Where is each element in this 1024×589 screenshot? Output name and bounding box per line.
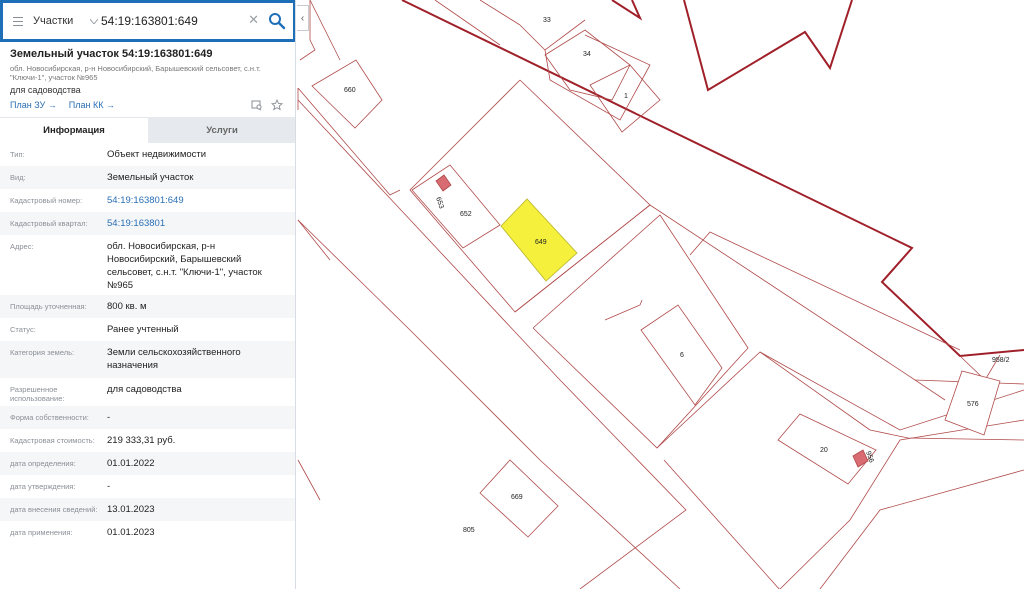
info-row-label: дата определения: xyxy=(10,459,76,468)
info-row-value: Ранее учтенный xyxy=(107,324,179,335)
info-row-value: - xyxy=(107,481,111,492)
info-row: Тип: Объект недвижимости xyxy=(0,143,295,166)
info-row-label: Кадастровый номер: xyxy=(10,196,83,205)
info-row: Статус: Ранее учтенный xyxy=(0,318,295,341)
label-958-2: 958/2 xyxy=(992,357,1010,364)
panel-tabs: Информация Услуги xyxy=(0,117,295,143)
collapse-panel-button[interactable]: ‹ xyxy=(297,5,309,31)
info-row-value: 01.01.2022 xyxy=(107,458,155,469)
map-canvas[interactable]: 33 34 1 660 653 652 649 6 958/2 576 20 9… xyxy=(297,0,1024,589)
info-row-link[interactable]: 54:19:163801 xyxy=(107,212,286,235)
info-row-label: дата применения: xyxy=(10,528,73,537)
label-33: 33 xyxy=(543,17,551,24)
info-row-label: Кадастровый квартал: xyxy=(10,219,88,228)
chevron-down-icon[interactable] xyxy=(87,3,101,39)
label-20: 20 xyxy=(820,447,828,454)
layers-icon[interactable] xyxy=(251,98,263,111)
search-scope-select[interactable]: Участки xyxy=(33,15,87,27)
object-address: обл. Новосибирская, р-н Новосибирский, Б… xyxy=(10,64,261,82)
info-row-value: 01.01.2023 xyxy=(107,527,155,538)
info-row-label: Вид: xyxy=(10,173,26,182)
info-row: Площадь уточненная: 800 кв. м xyxy=(0,295,295,318)
info-table: Тип: Объект недвижимости Вид: Земельный уча… xyxy=(0,143,295,544)
info-row-value: Объект недвижимости xyxy=(107,149,207,160)
info-row: Категория земель: Земли сельскохозяйствен… xyxy=(0,341,295,378)
info-row: Разрешенное использование: для садоводств… xyxy=(0,378,295,406)
info-row-value: Земли сельскохозяйственного назначения xyxy=(107,347,241,371)
panel-actions xyxy=(251,98,284,111)
label-34: 34 xyxy=(583,51,591,58)
info-row-value: Земельный участок xyxy=(107,172,194,183)
info-row-value: для садоводства xyxy=(107,384,182,395)
chevron-left-icon: ‹ xyxy=(300,12,305,24)
info-row: дата определения: 01.01.2022 xyxy=(0,452,295,475)
search-bar: Участки ✕ xyxy=(0,0,295,42)
label-6: 6 xyxy=(680,352,684,359)
info-panel: Участки ✕ Земельный участок 54:19:163801… xyxy=(0,0,296,589)
info-row: Вид: Земельный участок xyxy=(0,166,295,189)
plan-links: План ЗУ → План КК → xyxy=(10,100,115,110)
info-row-label: Адрес: xyxy=(10,242,34,251)
info-row: Кадастровый квартал: 54:19:163801 xyxy=(0,212,295,235)
info-row-label: дата утверждения: xyxy=(10,482,76,491)
info-row: Адрес: обл. Новосибирская, р-н Новосибирс… xyxy=(0,235,295,295)
plan-kk-link[interactable]: План КК → xyxy=(69,100,115,110)
label-660: 660 xyxy=(344,87,356,94)
info-row-label: дата внесения сведений: xyxy=(10,505,98,514)
parcel-boundaries xyxy=(297,0,1024,589)
plan-zu-link[interactable]: План ЗУ → xyxy=(10,100,57,110)
info-row-link[interactable]: 54:19:163801:649 xyxy=(107,189,286,212)
info-row: дата внесения сведений: 13.01.2023 xyxy=(0,498,295,521)
info-row-label: Тип: xyxy=(10,150,25,159)
info-row-value: 219 333,31 руб. xyxy=(107,435,176,446)
label-649: 649 xyxy=(535,239,547,246)
info-row-label: Площадь уточненная: xyxy=(10,302,87,311)
info-row: Кадастровая стоимость: 219 333,31 руб. xyxy=(0,429,295,452)
info-row: дата применения: 01.01.2023 xyxy=(0,521,295,544)
label-669: 669 xyxy=(511,494,523,501)
object-use: для садоводства xyxy=(10,85,81,95)
info-row-value: 13.01.2023 xyxy=(107,504,155,515)
info-row-value: обл. Новосибирская, р-н Новосибирский, Б… xyxy=(107,241,262,291)
info-row: дата утверждения: - xyxy=(0,475,295,498)
search-icon[interactable] xyxy=(267,11,287,31)
tab-info[interactable]: Информация xyxy=(0,117,148,143)
cadastral-map[interactable]: 33 34 1 660 653 652 649 6 958/2 576 20 9… xyxy=(297,0,1024,589)
info-row-value: 800 кв. м xyxy=(107,301,147,312)
quarter-boundary xyxy=(401,0,1024,358)
info-row-label: Форма собственности: xyxy=(10,413,89,422)
close-icon[interactable]: ✕ xyxy=(248,12,259,28)
label-1: 1 xyxy=(624,93,628,100)
search-input[interactable] xyxy=(101,6,241,36)
info-row: Форма собственности: - xyxy=(0,406,295,429)
tab-services[interactable]: Услуги xyxy=(148,117,295,143)
label-576: 576 xyxy=(967,401,979,408)
info-row: Кадастровый номер: 54:19:163801:649 xyxy=(0,189,295,212)
object-title: Земельный участок 54:19:163801:649 xyxy=(10,48,213,60)
info-row-label: Кадастровая стоимость: xyxy=(10,436,95,445)
label-652: 652 xyxy=(460,211,472,218)
info-row-label: Категория земель: xyxy=(10,348,75,357)
info-row-label: Разрешенное использование: xyxy=(10,385,65,403)
info-row-label: Статус: xyxy=(10,325,36,334)
parcel-660[interactable] xyxy=(311,59,383,129)
info-row-value: - xyxy=(107,412,111,423)
parcel-labels: 33 34 1 660 653 652 649 6 958/2 576 20 9… xyxy=(344,17,1010,534)
star-icon[interactable] xyxy=(270,98,284,111)
label-805: 805 xyxy=(463,527,475,534)
menu-icon[interactable] xyxy=(3,3,33,39)
